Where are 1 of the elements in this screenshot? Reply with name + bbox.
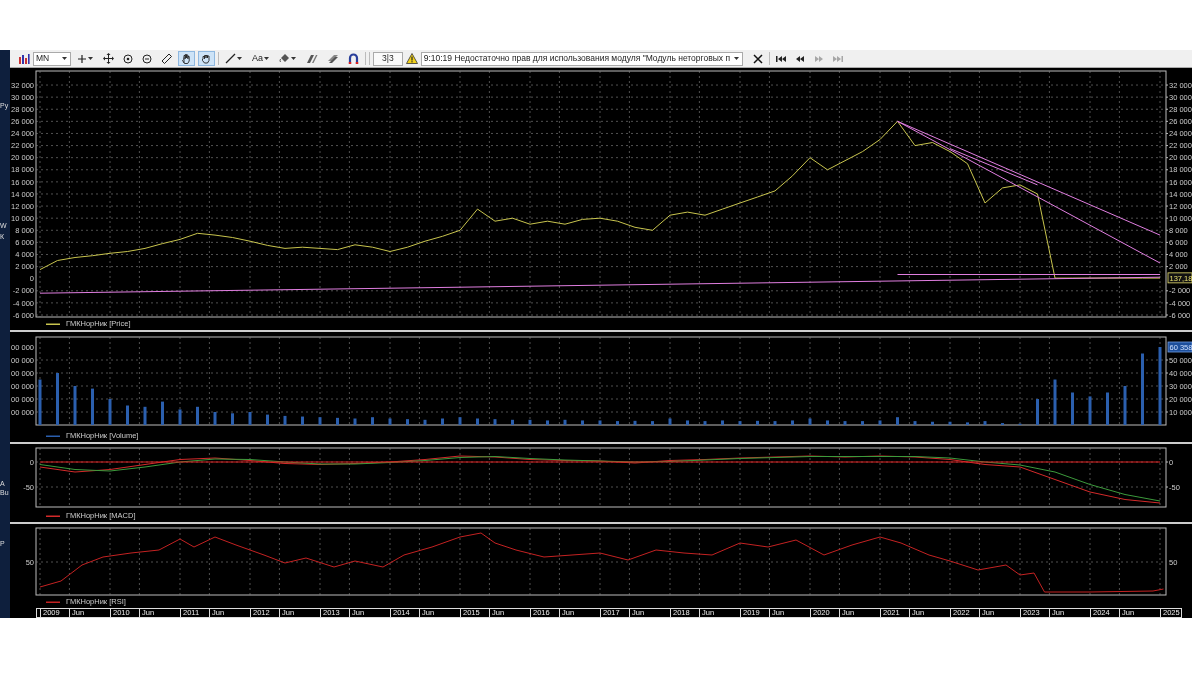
counter-label: 3|3 [373,51,403,66]
